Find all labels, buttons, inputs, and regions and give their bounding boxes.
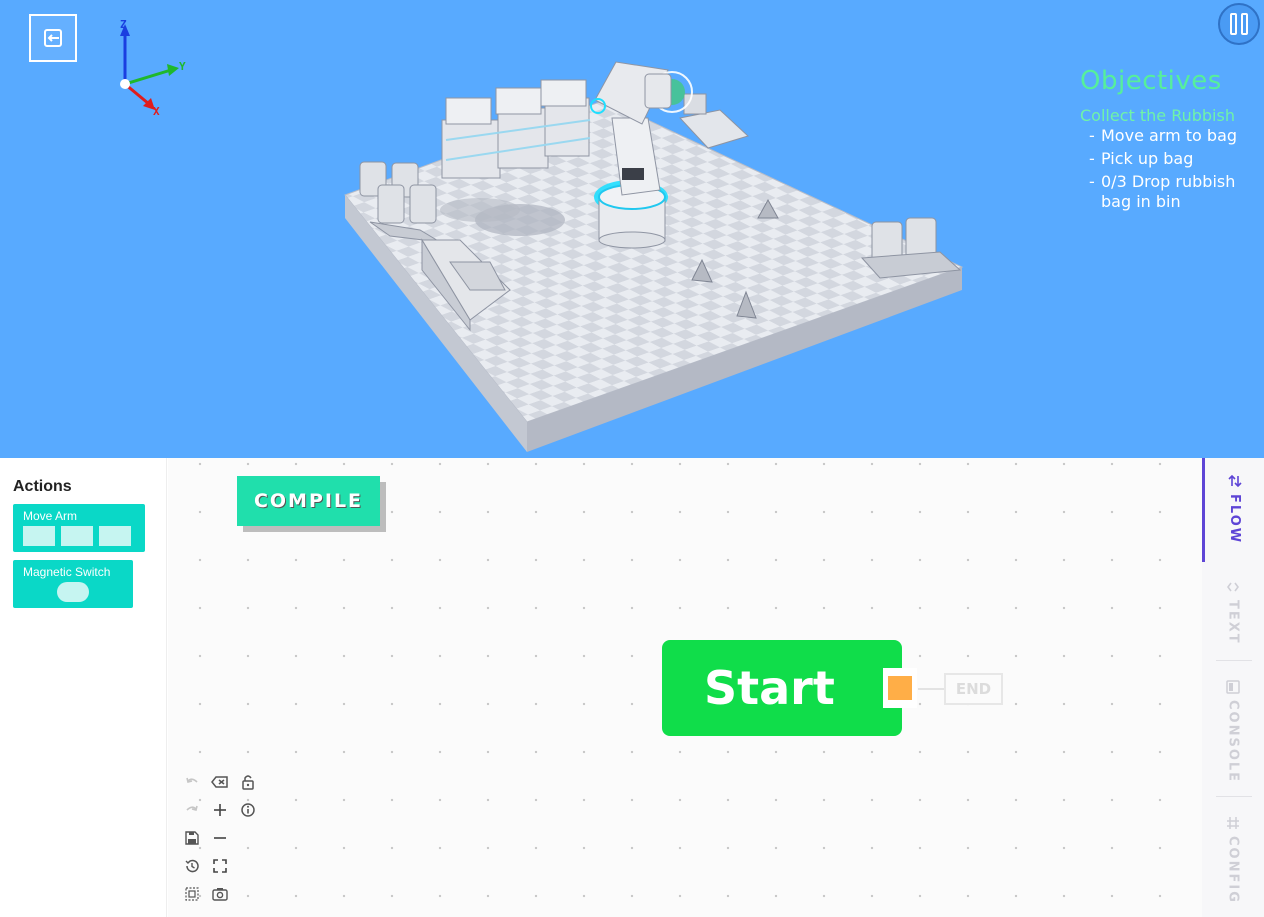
fullscreen-icon: [213, 859, 227, 873]
zoom-out-button[interactable]: [208, 826, 232, 850]
select-button[interactable]: [180, 882, 204, 906]
tab-divider: [1216, 660, 1252, 661]
tab-label: CONFIG: [1225, 836, 1241, 904]
exit-button[interactable]: [29, 14, 77, 62]
axis-gizmo: Z Y X: [105, 18, 205, 123]
move-arm-action[interactable]: Move Arm: [13, 504, 145, 552]
tab-label: CONSOLE: [1225, 700, 1241, 784]
pause-icon: [1230, 13, 1237, 35]
toggle-slot[interactable]: [57, 582, 89, 602]
clear-button[interactable]: [208, 770, 232, 794]
flow-icon: [1227, 474, 1242, 488]
axis-z-label: Z: [120, 18, 127, 31]
step-text: Pick up bag: [1101, 149, 1194, 168]
magnetic-switch-action[interactable]: Magnetic Switch: [13, 560, 133, 608]
console-icon: [1226, 680, 1240, 694]
history-button[interactable]: [180, 854, 204, 878]
end-node[interactable]: END: [944, 673, 1003, 705]
pause-button[interactable]: [1218, 3, 1260, 45]
step-text: 0/3 Drop rubbish bag in bin: [1101, 172, 1236, 211]
clear-icon: [211, 776, 228, 788]
connection-line: [918, 688, 944, 690]
zoom-in-button[interactable]: [208, 798, 232, 822]
tab-divider: [1216, 796, 1252, 797]
info-button[interactable]: [236, 798, 260, 822]
code-icon: [1227, 582, 1239, 592]
action-label: Move Arm: [23, 509, 78, 523]
select-icon: [185, 887, 199, 901]
exit-icon: [44, 29, 62, 47]
flow-editor: Actions Move Arm Magnetic Switch COMPILE…: [0, 458, 1264, 917]
undo-icon: [186, 777, 198, 783]
info-icon: [241, 803, 255, 817]
save-icon: [185, 831, 199, 845]
param-slot[interactable]: [99, 526, 131, 546]
tab-text[interactable]: TEXT: [1202, 568, 1264, 660]
step-dash: -: [1089, 172, 1095, 191]
compile-button[interactable]: COMPILE: [237, 476, 380, 526]
right-barrels: [860, 217, 962, 279]
simulation-viewport[interactable]: Z Y X Objectives Collect the Rubbish - M…: [0, 0, 1264, 458]
redo-icon: [186, 805, 198, 811]
start-node-label: Start: [704, 661, 835, 715]
step-dash: -: [1089, 126, 1095, 145]
start-output-port[interactable]: [883, 668, 917, 708]
zoom-out-icon: [214, 837, 226, 839]
save-button[interactable]: [180, 826, 204, 850]
objective-name: Collect the Rubbish: [1080, 106, 1235, 125]
zoom-in-icon: [214, 804, 226, 816]
tab-console[interactable]: CONSOLE: [1202, 670, 1264, 794]
actions-title: Actions: [13, 478, 72, 495]
port-handle: [888, 676, 912, 700]
side-tabs: FLOW TEXT CONSOLE CONFIG: [1202, 458, 1264, 917]
screenshot-button[interactable]: [208, 882, 232, 906]
fullscreen-button[interactable]: [208, 854, 232, 878]
pause-icon-bar: [1241, 13, 1248, 35]
objectives-panel: Objectives Collect the Rubbish - Move ar…: [1080, 66, 1260, 215]
axis-y-label: Y: [179, 60, 186, 73]
tab-config[interactable]: CONFIG: [1202, 804, 1264, 917]
history-icon: [185, 859, 199, 873]
action-label: Magnetic Switch: [23, 565, 111, 579]
objective-step: - Pick up bag: [1080, 149, 1260, 169]
param-slot[interactable]: [23, 526, 55, 546]
redo-button[interactable]: [180, 798, 204, 822]
objectives-title: Objectives: [1080, 66, 1222, 96]
start-node[interactable]: Start: [662, 640, 902, 736]
tab-label: FLOW: [1227, 494, 1242, 545]
tab-flow[interactable]: FLOW: [1202, 458, 1264, 562]
arm-shadow: [440, 198, 520, 222]
objective-step: - 0/3 Drop rubbish bag in bin: [1080, 172, 1260, 212]
actions-panel: Actions Move Arm Magnetic Switch: [0, 458, 167, 917]
param-slot[interactable]: [61, 526, 93, 546]
axis-x-label: X: [153, 105, 160, 118]
lock-icon: [242, 775, 254, 790]
flow-canvas[interactable]: COMPILE Start END: [168, 458, 1202, 917]
step-dash: -: [1089, 149, 1095, 168]
tab-label: TEXT: [1225, 600, 1241, 645]
config-icon: [1227, 817, 1239, 829]
lock-button[interactable]: [236, 770, 260, 794]
step-text: Move arm to bag: [1101, 126, 1238, 145]
objective-step: - Move arm to bag: [1080, 126, 1260, 146]
undo-button[interactable]: [180, 770, 204, 794]
screenshot-icon: [212, 888, 228, 901]
